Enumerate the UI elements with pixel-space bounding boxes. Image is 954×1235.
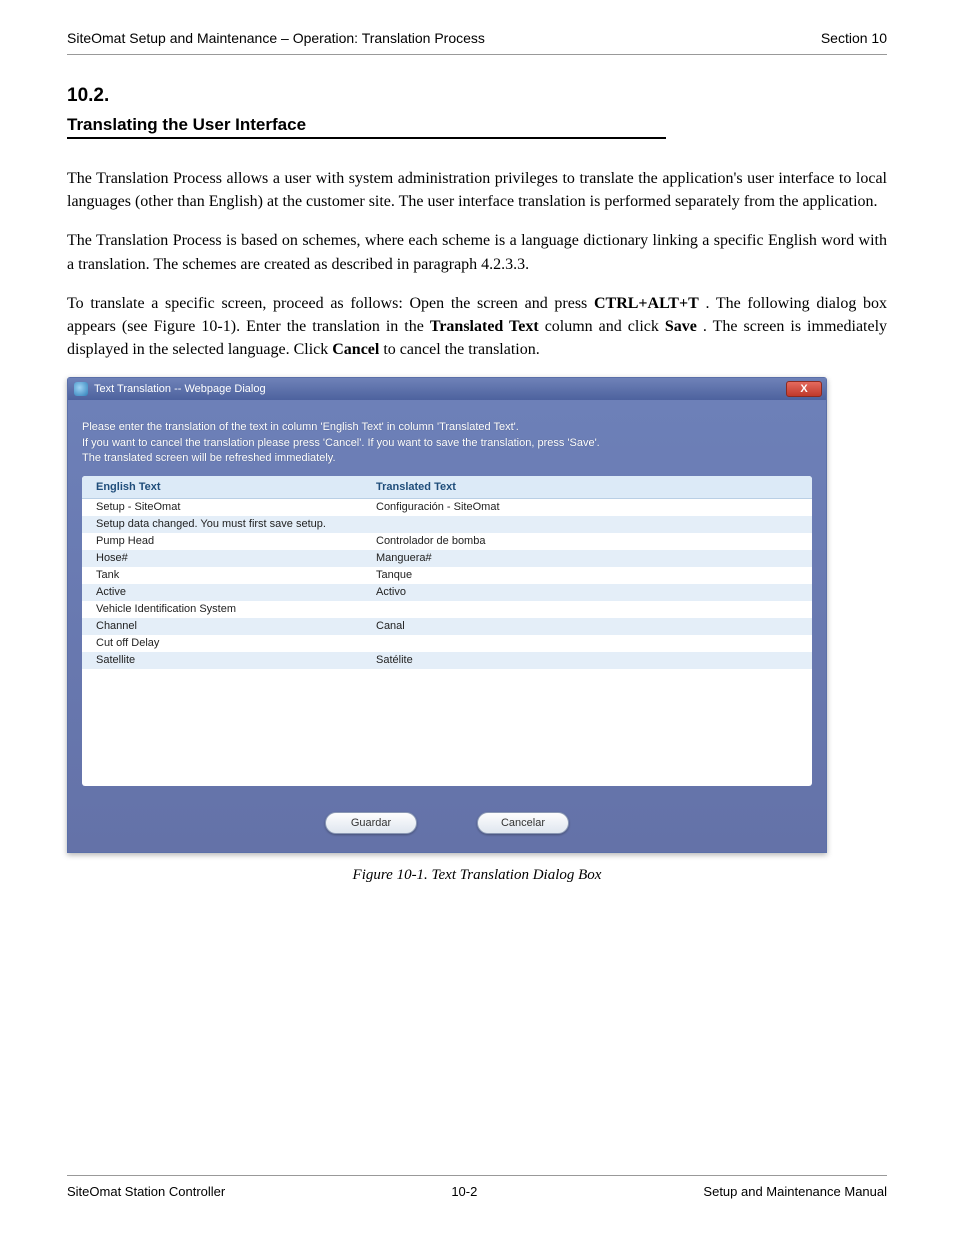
table-row[interactable]: TankTanque bbox=[82, 567, 812, 584]
close-icon: X bbox=[800, 383, 807, 395]
cell-translated[interactable] bbox=[362, 516, 812, 533]
cell-english: Active bbox=[82, 584, 362, 601]
close-button[interactable]: X bbox=[786, 381, 822, 397]
paragraph-3: To translate a specific screen, proceed … bbox=[67, 292, 887, 362]
cell-english: Setup - SiteOmat bbox=[82, 499, 362, 516]
cell-english: Channel bbox=[82, 618, 362, 635]
footer-center: 10-2 bbox=[451, 1184, 477, 1199]
page-footer: SiteOmat Station Controller 10-2 Setup a… bbox=[67, 1175, 887, 1199]
save-label: Save bbox=[665, 318, 697, 335]
footer-left: SiteOmat Station Controller bbox=[67, 1184, 225, 1199]
cell-translated[interactable]: Satélite bbox=[362, 652, 812, 669]
cancel-button[interactable]: Cancelar bbox=[477, 812, 569, 834]
cell-english: Tank bbox=[82, 567, 362, 584]
cell-english: Vehicle Identification System bbox=[82, 601, 362, 618]
cell-translated[interactable]: Canal bbox=[362, 618, 812, 635]
save-button[interactable]: Guardar bbox=[325, 812, 417, 834]
cell-translated[interactable]: Manguera# bbox=[362, 550, 812, 567]
dialog-title: Text Translation -- Webpage Dialog bbox=[94, 383, 266, 395]
header-right: Section 10 bbox=[821, 30, 887, 46]
cancel-label: Cancel bbox=[332, 341, 379, 358]
col-english: English Text bbox=[82, 476, 362, 498]
section-number: 10.2. bbox=[67, 85, 887, 107]
table-row[interactable]: ChannelCanal bbox=[82, 618, 812, 635]
translated-text-field: Translated Text bbox=[430, 318, 539, 335]
cell-english: Setup data changed. You must first save … bbox=[82, 516, 362, 533]
table-header: English Text Translated Text bbox=[82, 476, 812, 499]
paragraph-2: The Translation Process is based on sche… bbox=[67, 229, 887, 275]
section-title: Translating the User Interface bbox=[67, 115, 666, 139]
table-row[interactable]: Hose#Manguera# bbox=[82, 550, 812, 567]
shortcut: CTRL+ALT+T bbox=[594, 295, 699, 312]
table-row[interactable]: Vehicle Identification System bbox=[82, 601, 812, 618]
cell-english: Satellite bbox=[82, 652, 362, 669]
cell-translated[interactable]: Controlador de bomba bbox=[362, 533, 812, 550]
cell-translated[interactable]: Activo bbox=[362, 584, 812, 601]
footer-right: Setup and Maintenance Manual bbox=[703, 1184, 887, 1199]
page-header: SiteOmat Setup and Maintenance – Operati… bbox=[67, 30, 887, 55]
table-row[interactable]: Setup - SiteOmatConfiguración - SiteOmat bbox=[82, 499, 812, 516]
translation-table: English Text Translated Text Setup - Sit… bbox=[82, 476, 812, 786]
cell-english: Hose# bbox=[82, 550, 362, 567]
table-row[interactable]: SatelliteSatélite bbox=[82, 652, 812, 669]
dialog-instructions: Please enter the translation of the text… bbox=[82, 420, 812, 466]
table-row[interactable]: Setup data changed. You must first save … bbox=[82, 516, 812, 533]
table-row[interactable]: Pump HeadControlador de bomba bbox=[82, 533, 812, 550]
cell-translated[interactable]: Tanque bbox=[362, 567, 812, 584]
cell-translated[interactable] bbox=[362, 601, 812, 618]
cell-translated[interactable]: Configuración - SiteOmat bbox=[362, 499, 812, 516]
cell-translated[interactable] bbox=[362, 635, 812, 652]
ie-icon bbox=[74, 382, 88, 396]
table-row[interactable]: ActiveActivo bbox=[82, 584, 812, 601]
cell-english: Cut off Delay bbox=[82, 635, 362, 652]
table-row[interactable]: Cut off Delay bbox=[82, 635, 812, 652]
dialog-window: Text Translation -- Webpage Dialog X Ple… bbox=[67, 377, 827, 853]
col-translated: Translated Text bbox=[362, 476, 812, 498]
cell-english: Pump Head bbox=[82, 533, 362, 550]
titlebar: Text Translation -- Webpage Dialog X bbox=[68, 378, 826, 400]
header-left: SiteOmat Setup and Maintenance – Operati… bbox=[67, 30, 485, 46]
figure-caption: Figure 10-1. Text Translation Dialog Box bbox=[67, 867, 887, 884]
paragraph-1: The Translation Process allows a user wi… bbox=[67, 167, 887, 213]
